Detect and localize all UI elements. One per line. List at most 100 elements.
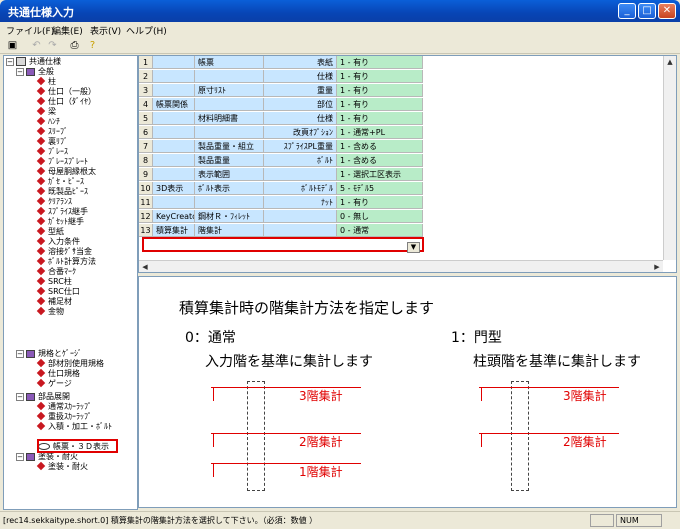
menu-edit[interactable]: 編集(E) bbox=[52, 24, 83, 37]
tree-item[interactable]: 部材別使用規格 bbox=[36, 358, 104, 369]
tree-item[interactable]: 仕口（一般） bbox=[36, 86, 96, 97]
arrow-icon bbox=[213, 387, 214, 401]
scroll-left-icon[interactable]: ◀ bbox=[139, 261, 151, 272]
grid-cell-v[interactable]: 5 - ﾓﾃﾞﾙ5 bbox=[337, 182, 423, 195]
tree-item[interactable]: ﾊﾝﾁ bbox=[36, 116, 60, 127]
tree-item[interactable]: 既製品ﾋﾟｰｽ bbox=[36, 186, 88, 197]
floor-label: 2階集計 bbox=[563, 435, 607, 449]
tree-item[interactable]: ﾌﾞﾚｰｽﾌﾟﾚｰﾄ bbox=[36, 156, 88, 167]
tree-item[interactable]: ﾎﾞﾙﾄ計算方法 bbox=[36, 256, 96, 267]
redo-icon[interactable]: ↷ bbox=[46, 39, 59, 52]
grid-cell-c3: ﾅｯﾄ bbox=[264, 196, 337, 209]
tree-item[interactable]: 型紙 bbox=[36, 226, 64, 237]
grid-cell-v[interactable]: 1 - 有り bbox=[337, 98, 423, 111]
arrow-icon bbox=[481, 387, 482, 401]
minimize-button[interactable]: _ bbox=[618, 3, 636, 19]
grid-cell-c2: 鋼材Ｒ・ﾌｨﾚｯﾄ bbox=[195, 210, 264, 223]
grid-cell-v[interactable]: 1 - 含める bbox=[337, 140, 423, 153]
grid-cell-v[interactable]: 1 - 有り bbox=[337, 196, 423, 209]
tree-item[interactable]: ﾌﾞﾚｰｽ bbox=[36, 146, 68, 157]
close-button[interactable]: ✕ bbox=[658, 3, 676, 19]
grid-cell-v[interactable]: 1 - 有り bbox=[337, 56, 423, 69]
tree-root[interactable]: − 共通仕様 bbox=[6, 57, 61, 67]
grid-cell-c2 bbox=[195, 70, 264, 83]
grid-cell-c3: 部位 bbox=[264, 98, 337, 111]
option-0-title: 0：通常 bbox=[185, 330, 236, 346]
tree-item[interactable]: 合番ﾏｰｸ bbox=[36, 266, 76, 277]
grid-cell-c3: 仕様 bbox=[264, 70, 337, 83]
tree-item[interactable]: 塗装・耐火 bbox=[36, 461, 88, 472]
grid-cell-c2: 階集計 bbox=[195, 224, 264, 237]
tree-item[interactable]: 金物 bbox=[36, 306, 64, 317]
grid-cell-v[interactable]: 0 - 通常 bbox=[337, 224, 423, 237]
grid-cell-c1: KeyCreator連動 bbox=[153, 210, 195, 223]
tree-item[interactable]: ｶﾞｾｯﾄ継手 bbox=[36, 216, 84, 227]
tree-item[interactable]: 仕口（ﾀﾞｲﾔ） bbox=[36, 96, 96, 107]
status-bar: [rec14.sekkaitype.short.0] 積算集計の階集計方法を選択… bbox=[0, 511, 680, 529]
print-icon[interactable]: ⎙ bbox=[68, 39, 81, 52]
grid-cell-v[interactable]: 1 - 通常+PL bbox=[337, 126, 423, 139]
grid-cell-v[interactable]: 1 - 有り bbox=[337, 112, 423, 125]
arrow-icon bbox=[213, 433, 214, 447]
tree-group-standards[interactable]: − 規格とｹﾞｰｼﾞ bbox=[16, 349, 82, 359]
grid-cell-c2 bbox=[195, 126, 264, 139]
horizontal-scrollbar[interactable]: ◀ ▶ bbox=[139, 260, 663, 272]
tree-item[interactable]: 入積・加工・ﾎﾞﾙﾄ bbox=[36, 421, 112, 432]
window-title: 共通仕様入力 bbox=[8, 6, 74, 19]
tree-item[interactable]: 重扱ｽｶｰﾗｯﾌﾟ bbox=[36, 411, 92, 422]
menu-file[interactable]: ファイル(F) bbox=[6, 24, 54, 37]
option-1-title: 1：門型 bbox=[451, 330, 502, 346]
menu-view[interactable]: 表示(V) bbox=[90, 24, 121, 37]
tree-group-parts[interactable]: − 部品展開 bbox=[16, 392, 70, 402]
save-icon[interactable]: ▣ bbox=[6, 39, 19, 52]
grid-cell-c1: 積算集計 bbox=[153, 224, 195, 237]
grid-cell-c1 bbox=[153, 126, 195, 139]
tree-item[interactable]: SRC仕口 bbox=[36, 286, 80, 297]
grid-cell-c2: 原寸ﾘｽﾄ bbox=[195, 84, 264, 97]
tree-item[interactable]: ｶﾞｾ・ﾋﾟｰｽ bbox=[36, 176, 84, 187]
dropdown-arrow-icon[interactable]: ▼ bbox=[407, 242, 420, 253]
tree-item[interactable]: 裏ﾘﾌﾞ bbox=[36, 136, 68, 147]
grid-cell-c1 bbox=[153, 70, 195, 83]
tree-item[interactable]: 通常ｽｶｰﾗｯﾌﾟ bbox=[36, 401, 92, 412]
num-lock-indicator: NUM bbox=[616, 514, 662, 527]
menu-help[interactable]: ヘルプ(H) bbox=[126, 24, 167, 37]
grid-cell-c3: 表紙 bbox=[264, 56, 337, 69]
tree-item[interactable]: 溶接ｸﾞｻ当金 bbox=[36, 246, 92, 257]
tree-group-general[interactable]: − 全般 bbox=[16, 67, 54, 77]
scroll-up-icon[interactable]: ▲ bbox=[664, 56, 676, 68]
maximize-button[interactable]: □ bbox=[638, 3, 656, 19]
grid-cell-c1 bbox=[153, 140, 195, 153]
undo-icon[interactable]: ↶ bbox=[30, 39, 43, 52]
grid-cell-v[interactable]: 1 - 選択工区表示 bbox=[337, 168, 423, 181]
grid-cell-v[interactable]: 0 - 無し bbox=[337, 210, 423, 223]
grid-cell-n: 3 bbox=[139, 84, 153, 97]
grid-cell-v[interactable]: 1 - 含める bbox=[337, 154, 423, 167]
status-pane bbox=[590, 514, 614, 527]
tree-item[interactable]: 入力条件 bbox=[36, 236, 80, 247]
arrow-icon bbox=[213, 463, 214, 477]
grid-cell-c1 bbox=[153, 168, 195, 181]
tree-item[interactable]: SRC柱 bbox=[36, 276, 72, 287]
help-icon[interactable]: ? bbox=[86, 39, 99, 52]
grid-cell-v[interactable]: 1 - 有り bbox=[337, 70, 423, 83]
tree-item[interactable]: ｽﾌﾟﾗｲｽ継手 bbox=[36, 206, 88, 217]
tree-group-paint[interactable]: − 塗装・耐火 bbox=[16, 452, 78, 462]
grid-cell-c1 bbox=[153, 56, 195, 69]
tree-item[interactable]: 仕口規格 bbox=[36, 368, 80, 379]
scroll-right-icon[interactable]: ▶ bbox=[651, 261, 663, 272]
tree-selection-highlight bbox=[37, 439, 118, 453]
grid-cell-v[interactable]: 1 - 有り bbox=[337, 84, 423, 97]
tree-item[interactable]: ｽﾘｰﾌﾞ bbox=[36, 126, 68, 137]
grid-cell-c2: ﾎﾞﾙﾄ表示 bbox=[195, 182, 264, 195]
grid-cell-n: 6 bbox=[139, 126, 153, 139]
tree-item[interactable]: 補足材 bbox=[36, 296, 72, 307]
grid-cell-c1: 3D表示 bbox=[153, 182, 195, 195]
tree-item[interactable]: ｸﾘｱﾗﾝｽ bbox=[36, 196, 72, 207]
menu-bar: ファイル(F) 編集(E) 表示(V) ヘルプ(H) bbox=[0, 22, 680, 38]
grid-cell-n: 13 bbox=[139, 224, 153, 237]
vertical-scrollbar[interactable]: ▲ bbox=[663, 56, 676, 260]
tree-item[interactable]: ゲージ bbox=[36, 378, 72, 389]
grid-cell-c1 bbox=[153, 196, 195, 209]
tree-item[interactable]: 母屋胴縁根太 bbox=[36, 166, 96, 177]
